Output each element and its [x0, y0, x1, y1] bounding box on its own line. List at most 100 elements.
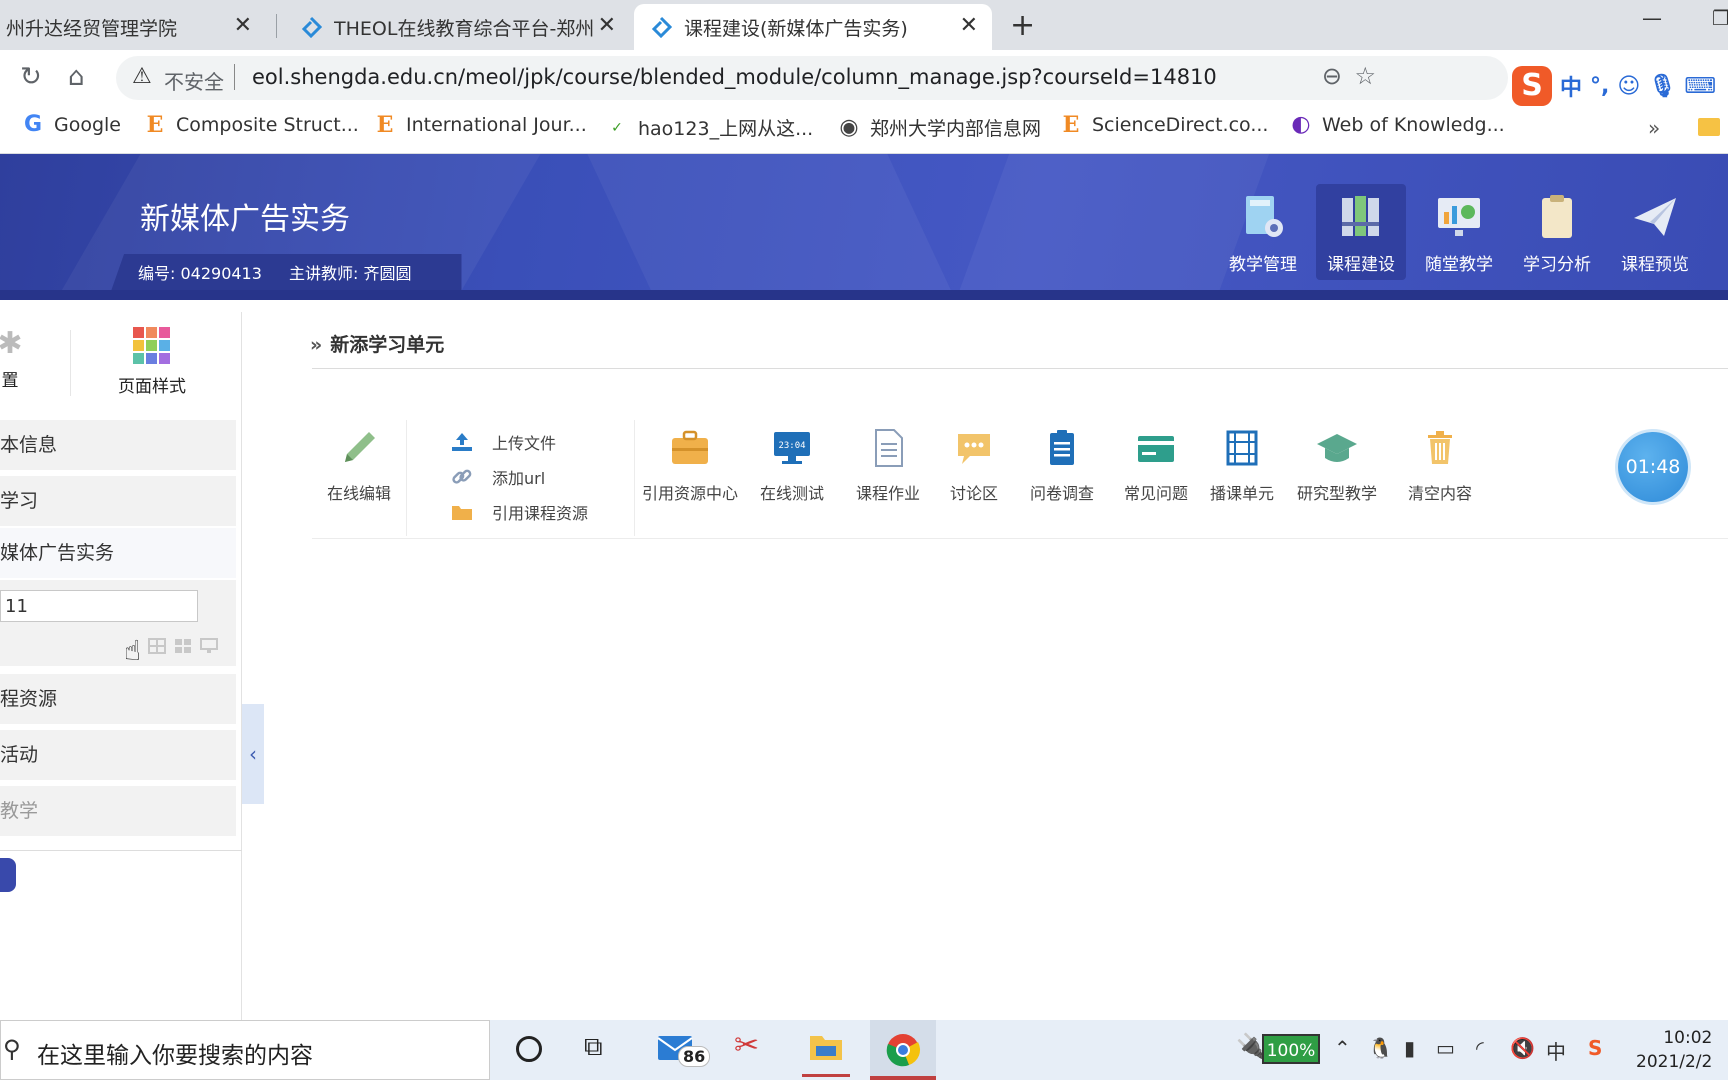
sidebar-item-label: 本信息 [0, 434, 58, 456]
sidebar-item-label: 活动 [0, 744, 39, 766]
keyboard-icon[interactable]: ⌨ [1684, 74, 1716, 99]
tool-clear-content[interactable]: 清空内容 [1404, 428, 1476, 504]
mail-badge: 86 [678, 1046, 711, 1067]
monitor-icon[interactable] [200, 638, 218, 654]
tool-broadcast-unit[interactable]: 播课单元 [1206, 428, 1278, 504]
folder-icon[interactable] [1698, 118, 1720, 136]
bookmark-google[interactable]: G Google [22, 114, 121, 137]
tab-2[interactable]: THEOL在线教育综合平台-郑州升 ✕ [284, 4, 630, 50]
sidebar-item-activities[interactable]: 活动 [0, 730, 236, 780]
tiles-icon[interactable] [174, 638, 192, 654]
task-view-icon[interactable]: ⧉ [584, 1032, 603, 1072]
sogou-tray-icon[interactable]: S [1588, 1036, 1602, 1060]
warning-icon: ⚠ [132, 64, 152, 89]
mail-app-icon[interactable]: 86 [656, 1030, 711, 1070]
tab-1[interactable]: 州升达经贸管理学院 ✕ [0, 4, 266, 50]
upload-file-link[interactable]: 上传文件 [450, 430, 556, 454]
bookmark-star-icon[interactable]: ☆ [1354, 62, 1376, 90]
sidebar-subitem-course[interactable]: 媒体广告实务 [0, 528, 236, 578]
snipping-tool-icon[interactable]: ✂ [734, 1028, 759, 1068]
sidebar-item-learning[interactable]: 学习 [0, 476, 236, 526]
bookmark-sciencedirect[interactable]: E ScienceDirect.co... [1060, 114, 1269, 136]
qq-icon[interactable]: 🐧 [1368, 1036, 1393, 1060]
unit-name-input[interactable] [0, 590, 198, 622]
home-icon[interactable]: ⌂ [68, 62, 85, 92]
tool-homework[interactable]: 课程作业 [852, 428, 924, 504]
tool-resource-center[interactable]: 引用资源中心 [640, 428, 740, 504]
bookmarks-more-button[interactable]: » [1648, 116, 1660, 140]
file-explorer-icon[interactable] [802, 1030, 850, 1077]
tool-discussion[interactable]: 讨论区 [946, 428, 1002, 504]
hao123-icon: ✓ [611, 119, 623, 136]
reload-icon[interactable]: ↻ [20, 62, 42, 92]
settings-tool[interactable]: ✱ 置 [0, 322, 30, 391]
emoji-icon[interactable]: ☺ [1617, 74, 1640, 99]
tool-label: 引用资源中心 [641, 484, 738, 503]
tool-label: 常见问题 [1123, 484, 1188, 503]
sidebar-collapse-toggle[interactable]: ‹ [242, 704, 264, 804]
grid-add-icon[interactable] [148, 638, 166, 654]
address-bar[interactable]: ⚠ 不安全 eol.shengda.edu.cn/meol/jpk/course… [116, 56, 1508, 100]
ime-lang[interactable]: 中 [1560, 70, 1582, 102]
battery-indicator[interactable]: 100% [1262, 1034, 1320, 1064]
page-style-tool[interactable]: 页面样式 [112, 322, 192, 397]
bookmark-intl-journal[interactable]: E International Jour... [374, 114, 587, 136]
bookmark-wok[interactable]: ◐ Web of Knowledg... [1290, 114, 1504, 137]
restore-icon[interactable]: ❐ [1712, 6, 1728, 30]
sidebar-item-label: 教学 [0, 800, 39, 822]
color-grid-icon [133, 327, 170, 364]
search-placeholder: 在这里输入你要搜索的内容 [37, 1043, 313, 1069]
zoom-icon[interactable]: ⊖ [1322, 62, 1342, 90]
tool-label: 播课单元 [1209, 484, 1274, 503]
link-label: 引用课程资源 [492, 504, 589, 523]
taskbar-search[interactable]: ⚲ 在这里输入你要搜索的内容 [0, 1020, 490, 1080]
book-gear-icon [1246, 196, 1283, 237]
browser-tab-bar: 州升达经贸管理学院 ✕ THEOL在线教育综合平台-郑州升 ✕ 课程建设(新媒体… [0, 0, 1728, 50]
security-label: 不安全 [164, 70, 224, 94]
close-icon[interactable]: ✕ [598, 13, 616, 38]
bookmark-zzu[interactable]: ◉ 郑州大学内部信息网 [838, 114, 1041, 141]
tool-research-teaching[interactable]: 研究型教学 [1292, 428, 1382, 504]
chrome-app[interactable] [870, 1020, 936, 1080]
monitor-chart-icon [1438, 198, 1480, 236]
cite-resource-link[interactable]: 引用课程资源 [450, 500, 588, 524]
tool-survey[interactable]: 问卷调查 [1026, 428, 1098, 504]
sidebar-item-basic-info[interactable]: 本信息 [0, 420, 236, 470]
tool-online-test[interactable]: 23:04 在线测试 [756, 428, 828, 504]
bookmark-hao123[interactable]: ✓ hao123_上网从这... [606, 114, 813, 141]
nav-course-preview[interactable]: 课程预览 [1610, 184, 1700, 280]
ime-indicator[interactable]: 中 [1546, 1036, 1566, 1065]
tool-online-edit[interactable]: 在线编辑 [326, 428, 392, 504]
chevron-up-icon[interactable]: ⌃ [1334, 1036, 1351, 1060]
close-icon[interactable]: ✕ [960, 13, 978, 38]
nav-classroom-teaching[interactable]: 随堂教学 [1414, 184, 1504, 280]
tool-label: 讨论区 [949, 484, 998, 503]
sidebar-item-teaching[interactable]: 教学 [0, 786, 236, 836]
volume-mute-icon[interactable]: 🔇 [1510, 1036, 1535, 1060]
sidebar-action-button[interactable] [0, 858, 16, 892]
url-text[interactable]: eol.shengda.edu.cn/meol/jpk/course/blend… [252, 65, 1217, 89]
add-url-link[interactable]: 添加url [450, 465, 545, 489]
cortana-icon[interactable] [516, 1036, 542, 1062]
tool-faq[interactable]: 常见问题 [1120, 428, 1192, 504]
sogou-logo-icon[interactable]: S [1512, 66, 1552, 106]
globe-icon: ◉ [839, 114, 859, 140]
wifi-icon[interactable]: ◜ [1476, 1036, 1484, 1060]
recording-timer[interactable]: 01:48 [1618, 432, 1688, 502]
minimize-icon[interactable]: — [1642, 6, 1662, 30]
nav-course-construction[interactable]: 课程建设 [1316, 184, 1406, 280]
battery-icon[interactable]: ▭ [1436, 1036, 1455, 1060]
sidebar-item-resources[interactable]: 程资源 [0, 674, 236, 724]
new-tab-button[interactable]: + [1010, 8, 1035, 43]
system-clock[interactable]: 10:02 2021/2/2 [1636, 1026, 1712, 1074]
mic-icon[interactable]: 🎙 [1648, 74, 1676, 99]
nav-learning-analysis[interactable]: 学习分析 [1512, 184, 1602, 280]
course-header: 新媒体广告实务 编号: 04290413 主讲教师: 齐圆圆 教学管理 课程建设… [0, 154, 1728, 300]
bookmark-composite[interactable]: E Composite Struct... [144, 114, 359, 136]
nav-teaching-management[interactable]: 教学管理 [1218, 184, 1308, 280]
microphone-icon[interactable]: ▮ [1404, 1036, 1415, 1060]
close-icon[interactable]: ✕ [234, 13, 252, 38]
tool-label: 研究型教学 [1296, 484, 1377, 503]
tab-3-active[interactable]: 课程建设(新媒体广告实务) ✕ [634, 4, 992, 50]
ime-punct[interactable]: °, [1590, 74, 1609, 99]
